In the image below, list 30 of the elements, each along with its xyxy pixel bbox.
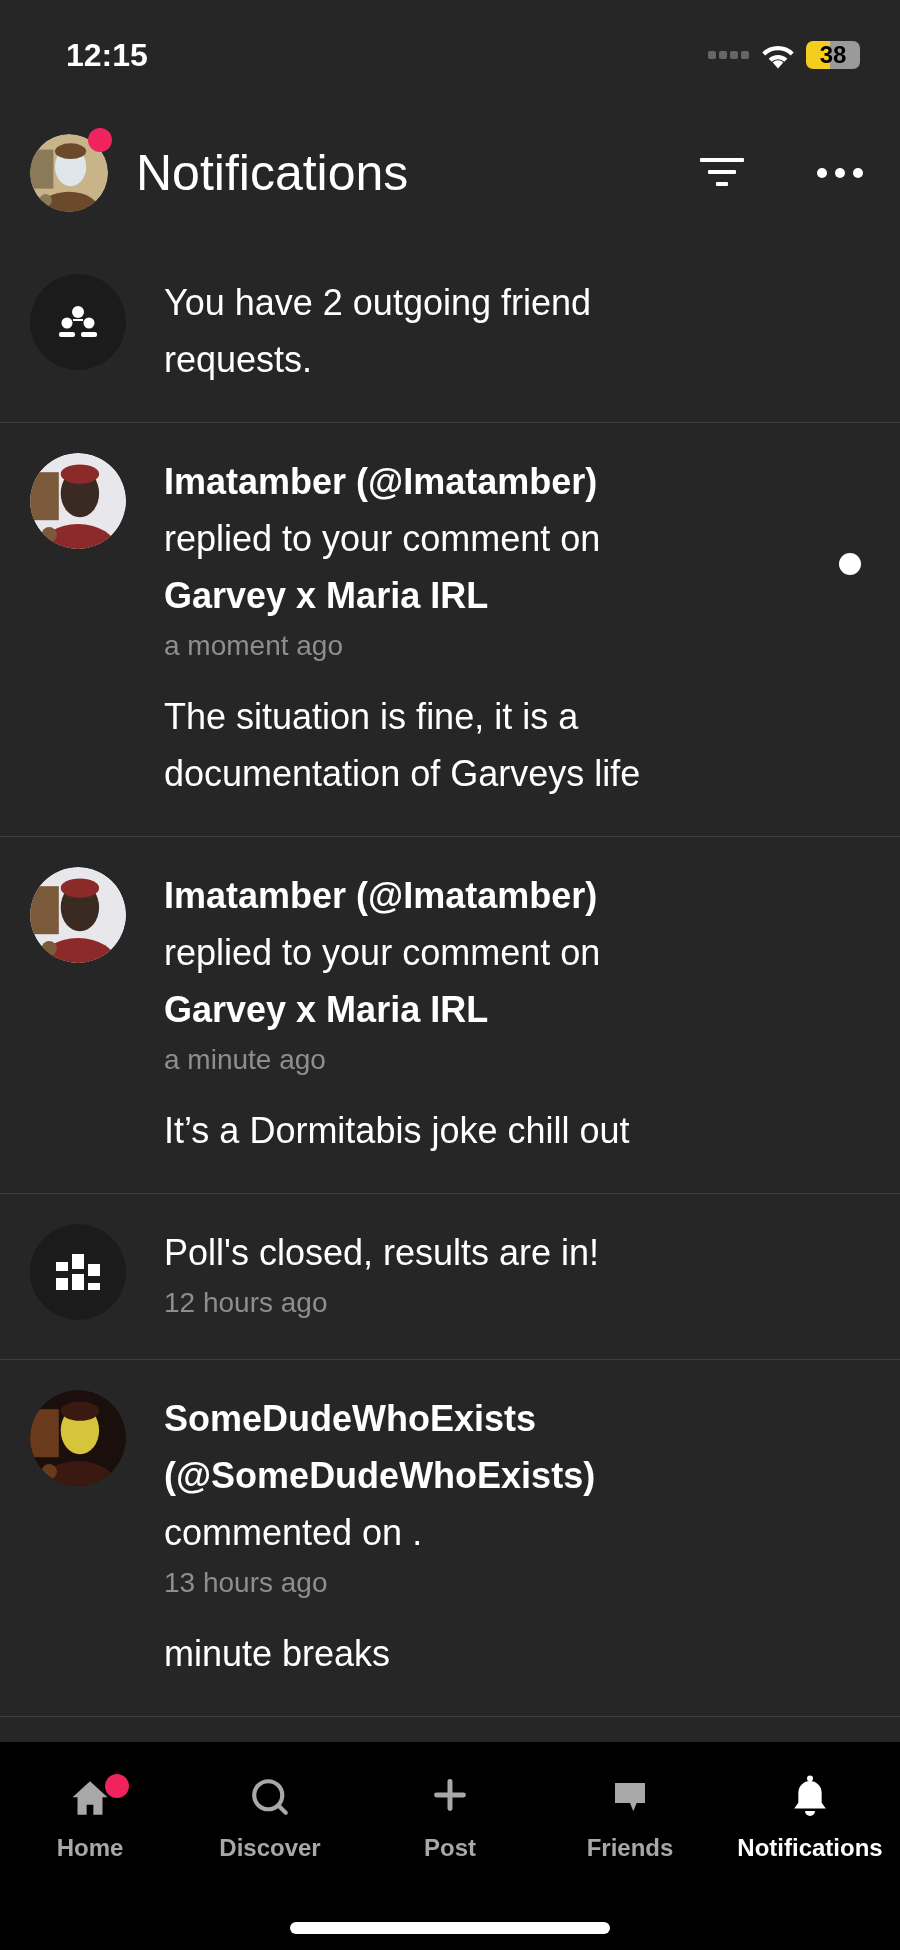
timestamp: a moment ago bbox=[164, 629, 344, 663]
comment-text: minute breaks bbox=[164, 1632, 392, 1676]
post-title[interactable]: Garvey x Maria IRL bbox=[164, 981, 792, 1038]
timestamp: a minute ago bbox=[164, 1043, 327, 1077]
filter-icon bbox=[700, 158, 744, 188]
nav-tab[interactable]: Discover bbox=[185, 1768, 355, 1866]
nav-tab[interactable]: Notifications bbox=[725, 1768, 895, 1866]
timestamp: 12 hours ago bbox=[164, 1286, 329, 1320]
nav-tab[interactable]: Post bbox=[365, 1768, 535, 1866]
post-title[interactable]: Garvey x Maria IRL bbox=[164, 567, 792, 624]
timestamp: 13 hours ago bbox=[164, 1566, 329, 1600]
action-text: commented on . bbox=[164, 1511, 424, 1555]
author-name[interactable]: Imatamber (@Imatamber) bbox=[164, 867, 792, 924]
action-text: replied to your comment on bbox=[164, 517, 602, 561]
signal-icon bbox=[708, 51, 750, 59]
notification-text: Poll's closed, results are in! bbox=[164, 1231, 601, 1275]
comment-text: It’s a Dormitabis joke chill out bbox=[164, 1109, 631, 1153]
search-icon bbox=[249, 1776, 291, 1818]
people-icon bbox=[57, 305, 99, 339]
page-title: Notifications bbox=[136, 143, 410, 203]
clock: 12:15 bbox=[66, 36, 148, 75]
nav-tab[interactable]: Home bbox=[5, 1768, 175, 1866]
action-text: replied to your comment on bbox=[164, 931, 602, 975]
author-name[interactable]: Imatamber (@Imatamber) bbox=[164, 453, 792, 510]
notification-text: You have 2 outgoing friend requests. bbox=[164, 281, 593, 382]
comment-text: The situation is fine, it is a documentation of Garveys life bbox=[164, 695, 642, 796]
podium-icon bbox=[54, 1252, 102, 1292]
author-name[interactable]: SomeDudeWhoExists (@SomeDudeWhoExists) bbox=[164, 1390, 792, 1504]
more-icon bbox=[817, 168, 863, 178]
nav-tab[interactable]: Friends bbox=[545, 1768, 715, 1866]
